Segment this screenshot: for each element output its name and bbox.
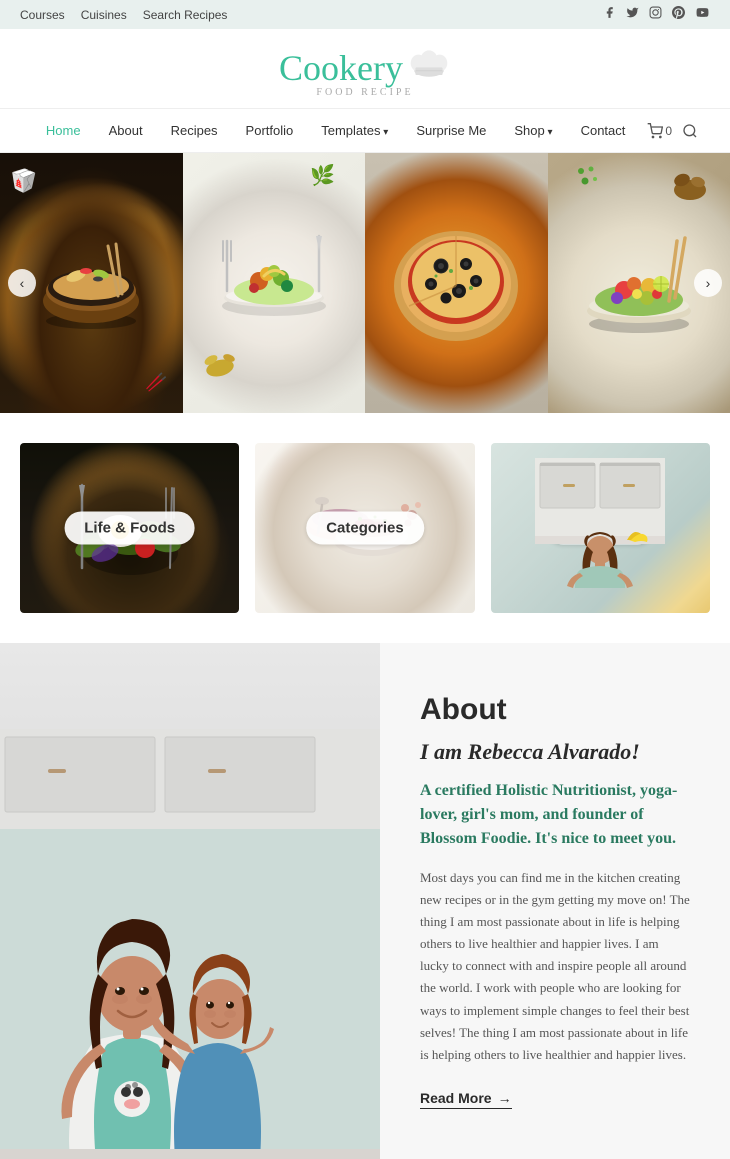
life-foods-card[interactable]: Life & Foods <box>20 443 239 613</box>
nav-actions: 0 <box>647 123 698 139</box>
about-content: About I am Rebecca Alvarado! A certified… <box>380 643 730 1159</box>
slide-1-content <box>26 216 156 351</box>
logo[interactable]: Cookery <box>279 47 451 89</box>
facebook-icon[interactable] <box>603 6 616 23</box>
main-navigation: Home About Recipes Portfolio Templates S… <box>0 108 730 153</box>
slide-2-content <box>209 216 339 351</box>
nav-shop[interactable]: Shop <box>500 122 566 140</box>
ginger-art <box>203 348 238 383</box>
about-body-text: Most days you can find me in the kitchen… <box>420 867 690 1066</box>
categories-card[interactable]: Categories <box>255 443 474 613</box>
about-us-card[interactable]: About Us <box>491 443 710 613</box>
read-more-link[interactable]: Read More → <box>420 1090 512 1109</box>
about-tagline: A certified Holistic Nutritionist, yoga-… <box>420 779 690 851</box>
nav-surprise-me[interactable]: Surprise Me <box>402 119 500 142</box>
nav-recipes[interactable]: Recipes <box>157 119 232 142</box>
slide-4-content <box>569 216 709 351</box>
logo-area: Cookery FOOD RECIPE <box>0 29 730 108</box>
youtube-icon[interactable] <box>695 6 710 23</box>
top-bar: Courses Cuisines Search Recipes <box>0 0 730 29</box>
slide-3 <box>365 153 548 413</box>
about-photo <box>0 643 380 1159</box>
search-recipes-link[interactable]: Search Recipes <box>143 8 228 22</box>
hero-slider: ‹ 🥡 🥢 <box>0 153 730 413</box>
courses-link[interactable]: Courses <box>20 8 65 22</box>
nav-portfolio[interactable]: Portfolio <box>232 119 308 142</box>
top-bar-nav: Courses Cuisines Search Recipes <box>20 8 227 22</box>
instagram-icon[interactable] <box>649 6 662 23</box>
about-name: I am Rebecca Alvarado! <box>420 739 690 765</box>
decor-1: 🥡 <box>10 168 37 194</box>
nav-about[interactable]: About <box>95 119 157 142</box>
herbs-scatter <box>573 163 603 198</box>
next-slide-button[interactable]: › <box>694 269 722 297</box>
chef-hat-icon <box>407 47 451 89</box>
cart-count: 0 <box>665 124 672 138</box>
about-section-title: About <box>420 693 690 727</box>
nav-contact[interactable]: Contact <box>567 119 640 142</box>
herb-1: 🌿 <box>310 163 335 188</box>
logo-text: Cookery <box>279 47 403 89</box>
cuisines-link[interactable]: Cuisines <box>81 8 127 22</box>
nav-home[interactable]: Home <box>32 119 95 142</box>
cart-button[interactable]: 0 <box>647 123 672 139</box>
slide-3-content <box>381 216 531 351</box>
twitter-icon[interactable] <box>626 6 639 23</box>
decor-2: 🥢 <box>145 372 167 393</box>
category-section: Life & Foods <box>0 413 730 643</box>
prev-slide-button[interactable]: ‹ <box>8 269 36 297</box>
categories-label: Categories <box>306 512 424 545</box>
social-icons <box>603 6 710 23</box>
search-button[interactable] <box>682 123 698 139</box>
slide-2: 🌿 <box>183 153 366 413</box>
pinterest-icon[interactable] <box>672 6 685 23</box>
read-more-arrow-icon: → <box>498 1090 512 1106</box>
life-foods-label: Life & Foods <box>64 512 195 545</box>
about-section: About I am Rebecca Alvarado! A certified… <box>0 643 730 1159</box>
nav-templates[interactable]: Templates <box>307 122 402 140</box>
read-more-label: Read More <box>420 1090 492 1106</box>
nuts-art <box>670 168 710 208</box>
